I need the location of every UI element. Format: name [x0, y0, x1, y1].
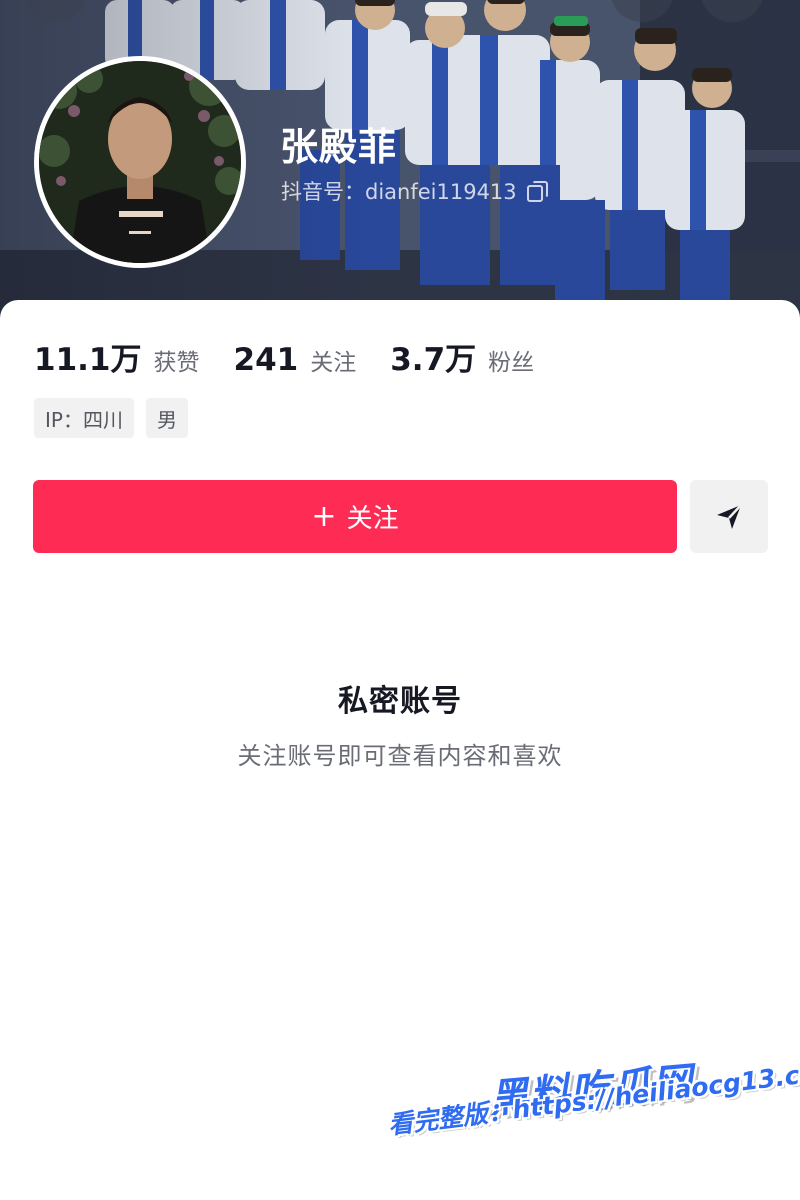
send-icon [717, 503, 742, 529]
avatar-photo [39, 61, 241, 263]
douyin-id-text: 抖音号：dianfei119413 [281, 180, 517, 204]
stat-followers-label: 粉丝 [488, 350, 535, 376]
follow-button[interactable]: + 关注 [33, 480, 677, 553]
profile-stats: 11.1万 获赞 241 关注 3.7万 粉丝 [34, 334, 568, 379]
stat-likes-label: 获赞 [153, 350, 200, 376]
profile-tags: IP：四川 男 [34, 398, 188, 438]
stat-followers-value: 3.7万 [390, 342, 477, 378]
private-account-description: 关注账号即可查看内容和喜欢 [237, 742, 563, 770]
stat-likes-value: 11.1万 [34, 342, 142, 378]
stat-likes[interactable]: 11.1万 获赞 [34, 334, 200, 379]
copy-icon[interactable] [526, 181, 548, 202]
stat-followers[interactable]: 3.7万 粉丝 [390, 334, 534, 379]
stat-following-value: 241 [233, 342, 299, 378]
follow-button-label: 关注 [346, 504, 399, 534]
gender-tag: 男 [145, 398, 188, 438]
avatar[interactable] [34, 56, 246, 268]
profile-name: 张殿菲 [280, 125, 398, 169]
stat-following[interactable]: 241 关注 [234, 342, 357, 378]
private-account-title: 私密账号 [338, 684, 462, 719]
plus-icon: + [311, 498, 337, 534]
ip-location-tag: IP：四川 [34, 398, 134, 438]
share-button[interactable] [690, 480, 768, 553]
douyin-id-row[interactable]: 抖音号：dianfei119413 [281, 176, 548, 206]
stat-following-label: 关注 [310, 350, 357, 376]
